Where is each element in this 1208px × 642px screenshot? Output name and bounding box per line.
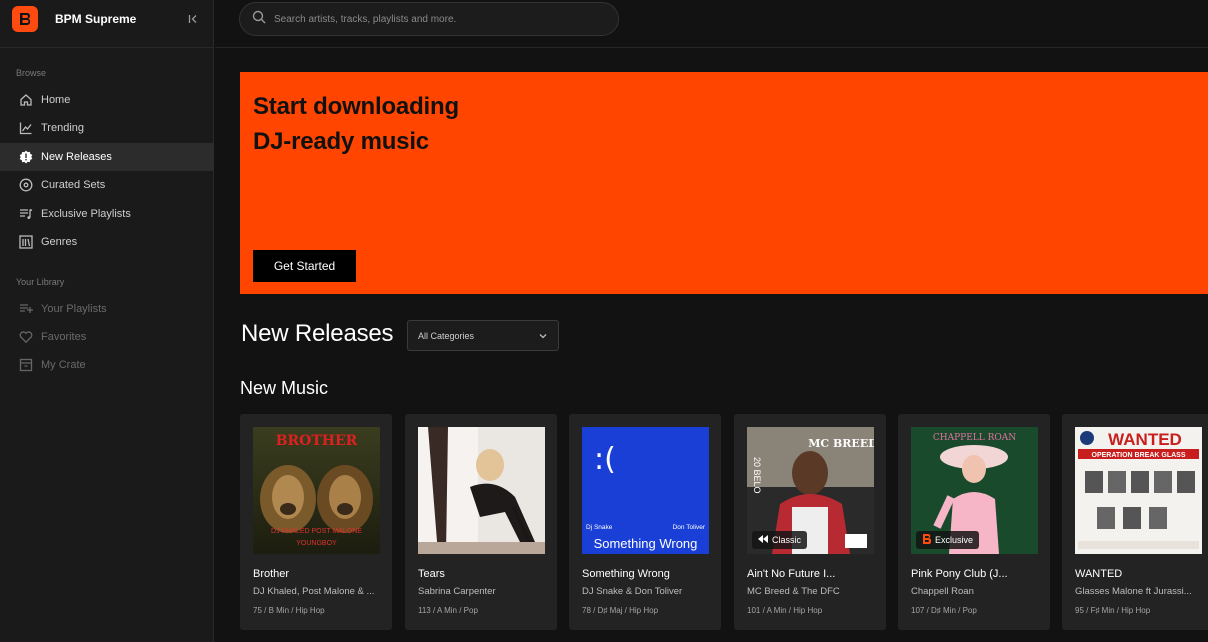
art-artist-right: Don Toliver [673, 524, 706, 531]
art-title-text: :( [594, 442, 616, 477]
brand[interactable]: BPM Supreme [12, 5, 136, 33]
heart-icon [18, 329, 34, 345]
trending-icon [18, 120, 34, 136]
section-title-new-music: New Music [240, 378, 329, 398]
track-card[interactable]: MC BREED 20 BELO Classic Ain't No Future… [734, 414, 886, 630]
sidebar-item-trending[interactable]: Trending [0, 114, 214, 142]
hero-title-line-2: DJ-ready music [253, 128, 429, 155]
sidebar-item-genres[interactable]: Genres [0, 228, 214, 256]
sidebar-item-home[interactable]: Home [0, 86, 214, 114]
sidebar-item-exclusive-playlists[interactable]: Exclusive Playlists [0, 200, 214, 228]
exclusive-badge: Exclusive [916, 531, 980, 549]
album-art-aint-no-future: MC BREED 20 BELO Classic [747, 427, 874, 554]
sidebar-item-new-releases[interactable]: New Releases [0, 143, 214, 171]
sidebar-item-label: Favorites [41, 331, 87, 343]
album-art-brother: BROTHER DJ KHALED POST MALONE YOUNGBOY [253, 427, 380, 554]
classic-badge: Classic [752, 531, 808, 549]
sidebar-item-label: Curated Sets [41, 179, 106, 191]
card-meta: 95 / F♯ Min / Hip Hop [1075, 606, 1151, 615]
home-icon [18, 92, 34, 108]
card-artist: DJ Snake & Don Toliver [582, 586, 683, 597]
sidebar-item-label: New Releases [41, 151, 112, 163]
sidebar-item-label: Trending [41, 122, 85, 134]
sidebar-item-your-playlists[interactable]: Your Playlists [0, 295, 214, 323]
card-title: Tears [418, 568, 445, 580]
card-title: Something Wrong [582, 568, 670, 580]
art-title-text: BROTHER [276, 433, 358, 449]
album-art-pink-pony-club: CHAPPELL ROAN Exclusive [911, 427, 1038, 554]
sidebar-item-curated-sets[interactable]: Curated Sets [0, 171, 214, 199]
sidebar: BPM Supreme Browse Home Trending New Rel… [0, 0, 214, 642]
sidebar-item-my-crate[interactable]: My Crate [0, 351, 214, 379]
badge-label: Classic [772, 535, 802, 545]
get-started-button[interactable]: Get Started [253, 250, 356, 282]
search-input[interactable] [274, 13, 594, 25]
card-title: Ain't No Future I... [747, 568, 836, 580]
card-meta: 113 / A Min / Pop [418, 606, 478, 615]
art-title-text: CHAPPELL ROAN [933, 433, 1016, 443]
crate-icon [18, 357, 34, 373]
playlist-add-icon [18, 301, 34, 317]
album-art-tears [418, 427, 545, 554]
card-artist: MC Breed & The DFC [747, 586, 840, 597]
sidebar-divider [0, 47, 214, 48]
search-icon [252, 10, 266, 29]
track-card[interactable]: WANTED OPERATION BREAK GLASS WANTED Glas… [1062, 414, 1208, 630]
hero-title: Start downloading DJ-ready music [253, 89, 459, 159]
hero-banner: Start downloading DJ-ready music Get Sta… [240, 72, 1208, 294]
genres-icon [18, 234, 34, 250]
album-art-wanted: WANTED OPERATION BREAK GLASS [1075, 427, 1202, 554]
new-badge-icon [18, 149, 34, 165]
sidebar-item-label: Home [41, 94, 71, 106]
browse-label: Browse [16, 68, 47, 78]
track-card[interactable]: :( Dj Snake Don Toliver Something Wrong … [569, 414, 721, 630]
card-artist: Sabrina Carpenter [418, 586, 496, 597]
sidebar-item-label: Your Playlists [41, 303, 107, 315]
card-meta: 101 / A Min / Hip Hop [747, 606, 823, 615]
sidebar-item-favorites[interactable]: Favorites [0, 323, 214, 351]
art-artist-left: Dj Snake [586, 524, 613, 531]
art-title-text: MC BREED [808, 437, 874, 450]
category-select-value: All Categories [418, 330, 475, 341]
sidebar-item-label: Genres [41, 236, 78, 248]
track-card[interactable]: BROTHER DJ KHALED POST MALONE YOUNGBOY B… [240, 414, 392, 630]
header-divider [215, 47, 1208, 48]
card-artist: DJ Khaled, Post Malone & ... [253, 586, 375, 597]
card-title: Pink Pony Club (J... [911, 568, 1008, 580]
category-select[interactable]: All Categories [407, 320, 559, 351]
art-side-text: 20 BELO [752, 457, 762, 494]
art-subtitle-text: DJ KHALED POST MALONE [271, 528, 362, 535]
art-track-title: Something Wrong [594, 536, 698, 551]
track-card[interactable]: CHAPPELL ROAN Exclusive Pink Pony Club (… [898, 414, 1050, 630]
card-meta: 78 / D♯ Maj / Hip Hop [582, 606, 659, 615]
art-title-text: WANTED [1108, 430, 1182, 449]
playlist-icon [18, 206, 34, 222]
app-name: BPM Supreme [55, 12, 137, 26]
page-title: New Releases [241, 320, 394, 347]
search-bar[interactable] [239, 2, 619, 36]
chevron-down-icon [538, 331, 548, 343]
badge-label: Exclusive [935, 535, 974, 545]
card-artist: Chappell Roan [911, 586, 974, 597]
album-art-something-wrong: :( Dj Snake Don Toliver Something Wrong [582, 427, 709, 554]
library-label: Your Library [16, 277, 65, 287]
card-artist: Glasses Malone ft Jurassi... [1075, 586, 1192, 597]
card-meta: 75 / B Min / Hip Hop [253, 606, 325, 615]
card-meta: 107 / D♯ Min / Pop [911, 606, 977, 615]
bpm-logo-icon [922, 533, 932, 546]
hero-title-line-1: Start downloading [253, 93, 459, 120]
art-subtitle-text: OPERATION BREAK GLASS [1092, 452, 1186, 459]
card-title: Brother [253, 568, 290, 580]
card-title: WANTED [1075, 568, 1123, 580]
bpm-logo-icon [12, 6, 38, 32]
sidebar-item-label: My Crate [41, 359, 86, 371]
track-card[interactable]: Tears Sabrina Carpenter 113 / A Min / Po… [405, 414, 557, 630]
collapse-sidebar-icon[interactable] [186, 12, 200, 26]
sidebar-item-label: Exclusive Playlists [41, 208, 131, 220]
disc-icon [18, 177, 34, 193]
art-subtitle-text-2: YOUNGBOY [296, 540, 337, 547]
rewind-icon [758, 535, 768, 545]
